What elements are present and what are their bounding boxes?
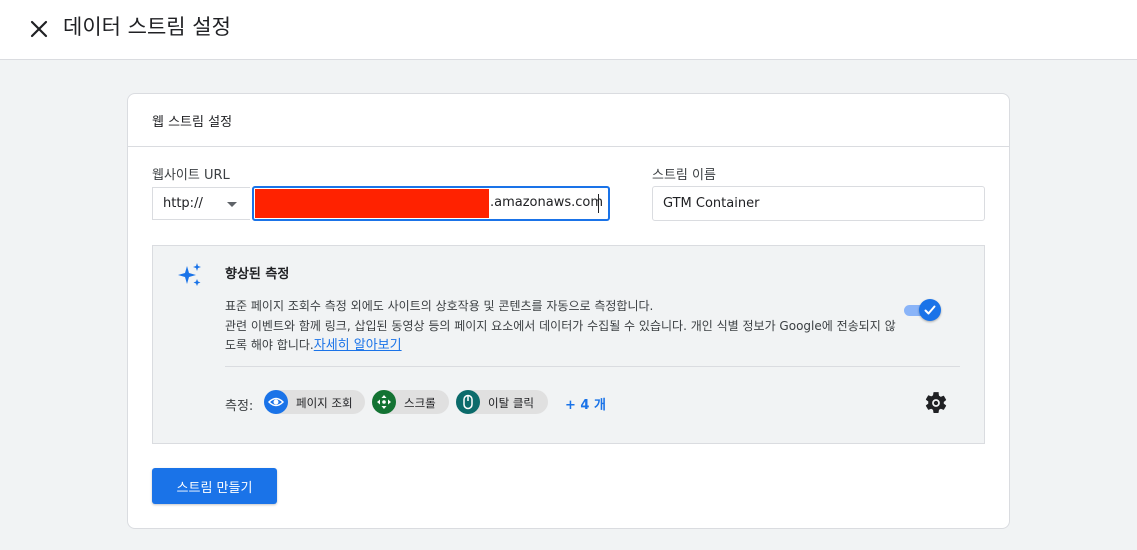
protocol-value: http:// [163, 196, 203, 211]
website-url-input[interactable]: .amazonaws.com [252, 186, 610, 221]
card-header: 웹 스트림 설정 [128, 94, 1009, 147]
sparkle-icon [178, 263, 201, 286]
create-stream-button[interactable]: 스트림 만들기 [152, 468, 277, 504]
gear-icon [925, 392, 947, 413]
website-url-label: 웹사이트 URL [152, 168, 230, 183]
chip-scroll[interactable]: 스크롤 [372, 390, 449, 414]
stream-name-input[interactable]: GTM Container [652, 186, 985, 221]
divider [225, 366, 960, 367]
chip-page-view[interactable]: 페이지 조회 [264, 390, 365, 414]
stream-name-label: 스트림 이름 [652, 168, 716, 183]
move-arrows-icon [372, 390, 396, 414]
card-title: 웹 스트림 설정 [152, 115, 233, 130]
enhanced-measurement-description: 표준 페이지 조회수 측정 외에도 사이트의 상호작용 및 콘텐츠를 자동으로 … [225, 297, 905, 356]
dropdown-arrow-icon [227, 202, 237, 207]
redacted-region [255, 189, 489, 218]
url-visible-text: .amazonaws.com [490, 195, 604, 210]
check-icon [924, 305, 936, 315]
protocol-select[interactable]: http:// [152, 187, 250, 220]
top-bar: 데이터 스트림 설정 [0, 0, 1137, 60]
page-title: 데이터 스트림 설정 [63, 15, 231, 39]
more-measurements-link[interactable]: + 4 개 [565, 394, 606, 413]
text-caret [598, 194, 599, 213]
close-icon [30, 20, 48, 38]
eye-icon [264, 390, 288, 414]
chip-outbound-click[interactable]: 이탈 클릭 [456, 390, 548, 414]
chip-label: 이탈 클릭 [488, 396, 534, 410]
toggle-thumb [919, 299, 941, 321]
web-stream-settings-card: 웹 스트림 설정 웹사이트 URL http:// .amazonaws.com… [127, 93, 1010, 529]
chip-label: 페이지 조회 [296, 396, 353, 410]
mouse-icon [456, 390, 480, 414]
description-line-2: 관련 이벤트와 함께 링크, 삽입된 동영상 등의 페이지 요소에서 데이터가 … [225, 317, 905, 356]
measurement-label: 측정: [225, 399, 254, 414]
chip-label: 스크롤 [404, 396, 436, 410]
description-line-1: 표준 페이지 조회수 측정 외에도 사이트의 상호작용 및 콘텐츠를 자동으로 … [225, 299, 654, 313]
enhanced-measurement-panel: 향상된 측정 표준 페이지 조회수 측정 외에도 사이트의 상호작용 및 콘텐츠… [152, 245, 985, 444]
stream-name-value: GTM Container [663, 196, 760, 211]
enhanced-measurement-toggle[interactable] [904, 299, 941, 321]
settings-button[interactable] [923, 390, 949, 416]
close-button[interactable] [26, 16, 52, 42]
enhanced-measurement-title: 향상된 측정 [225, 267, 290, 282]
learn-more-link[interactable]: 자세히 알아보기 [314, 338, 402, 353]
